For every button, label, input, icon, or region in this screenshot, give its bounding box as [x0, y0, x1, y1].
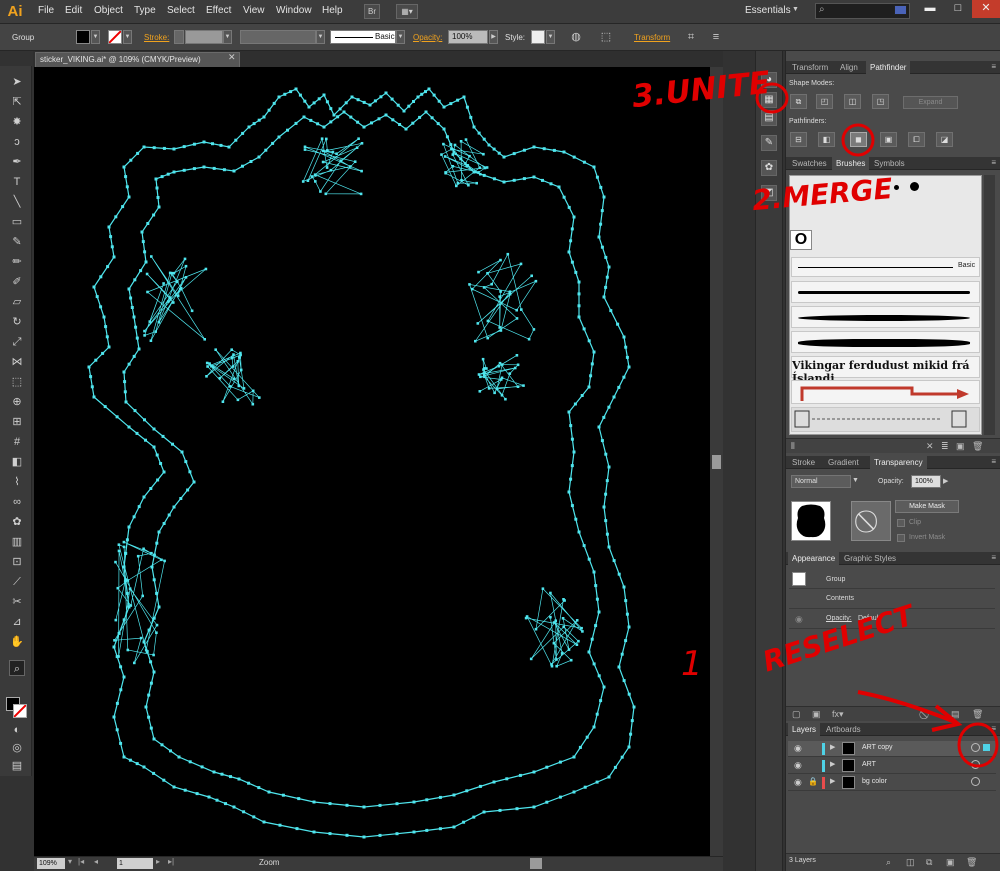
unite-circle-mark: [755, 82, 789, 114]
layer-circle-mark: [957, 722, 999, 768]
arrow-shaft-mark: [857, 690, 956, 724]
merge-circle-mark: [841, 123, 875, 157]
annotation-marks: [755, 82, 999, 768]
